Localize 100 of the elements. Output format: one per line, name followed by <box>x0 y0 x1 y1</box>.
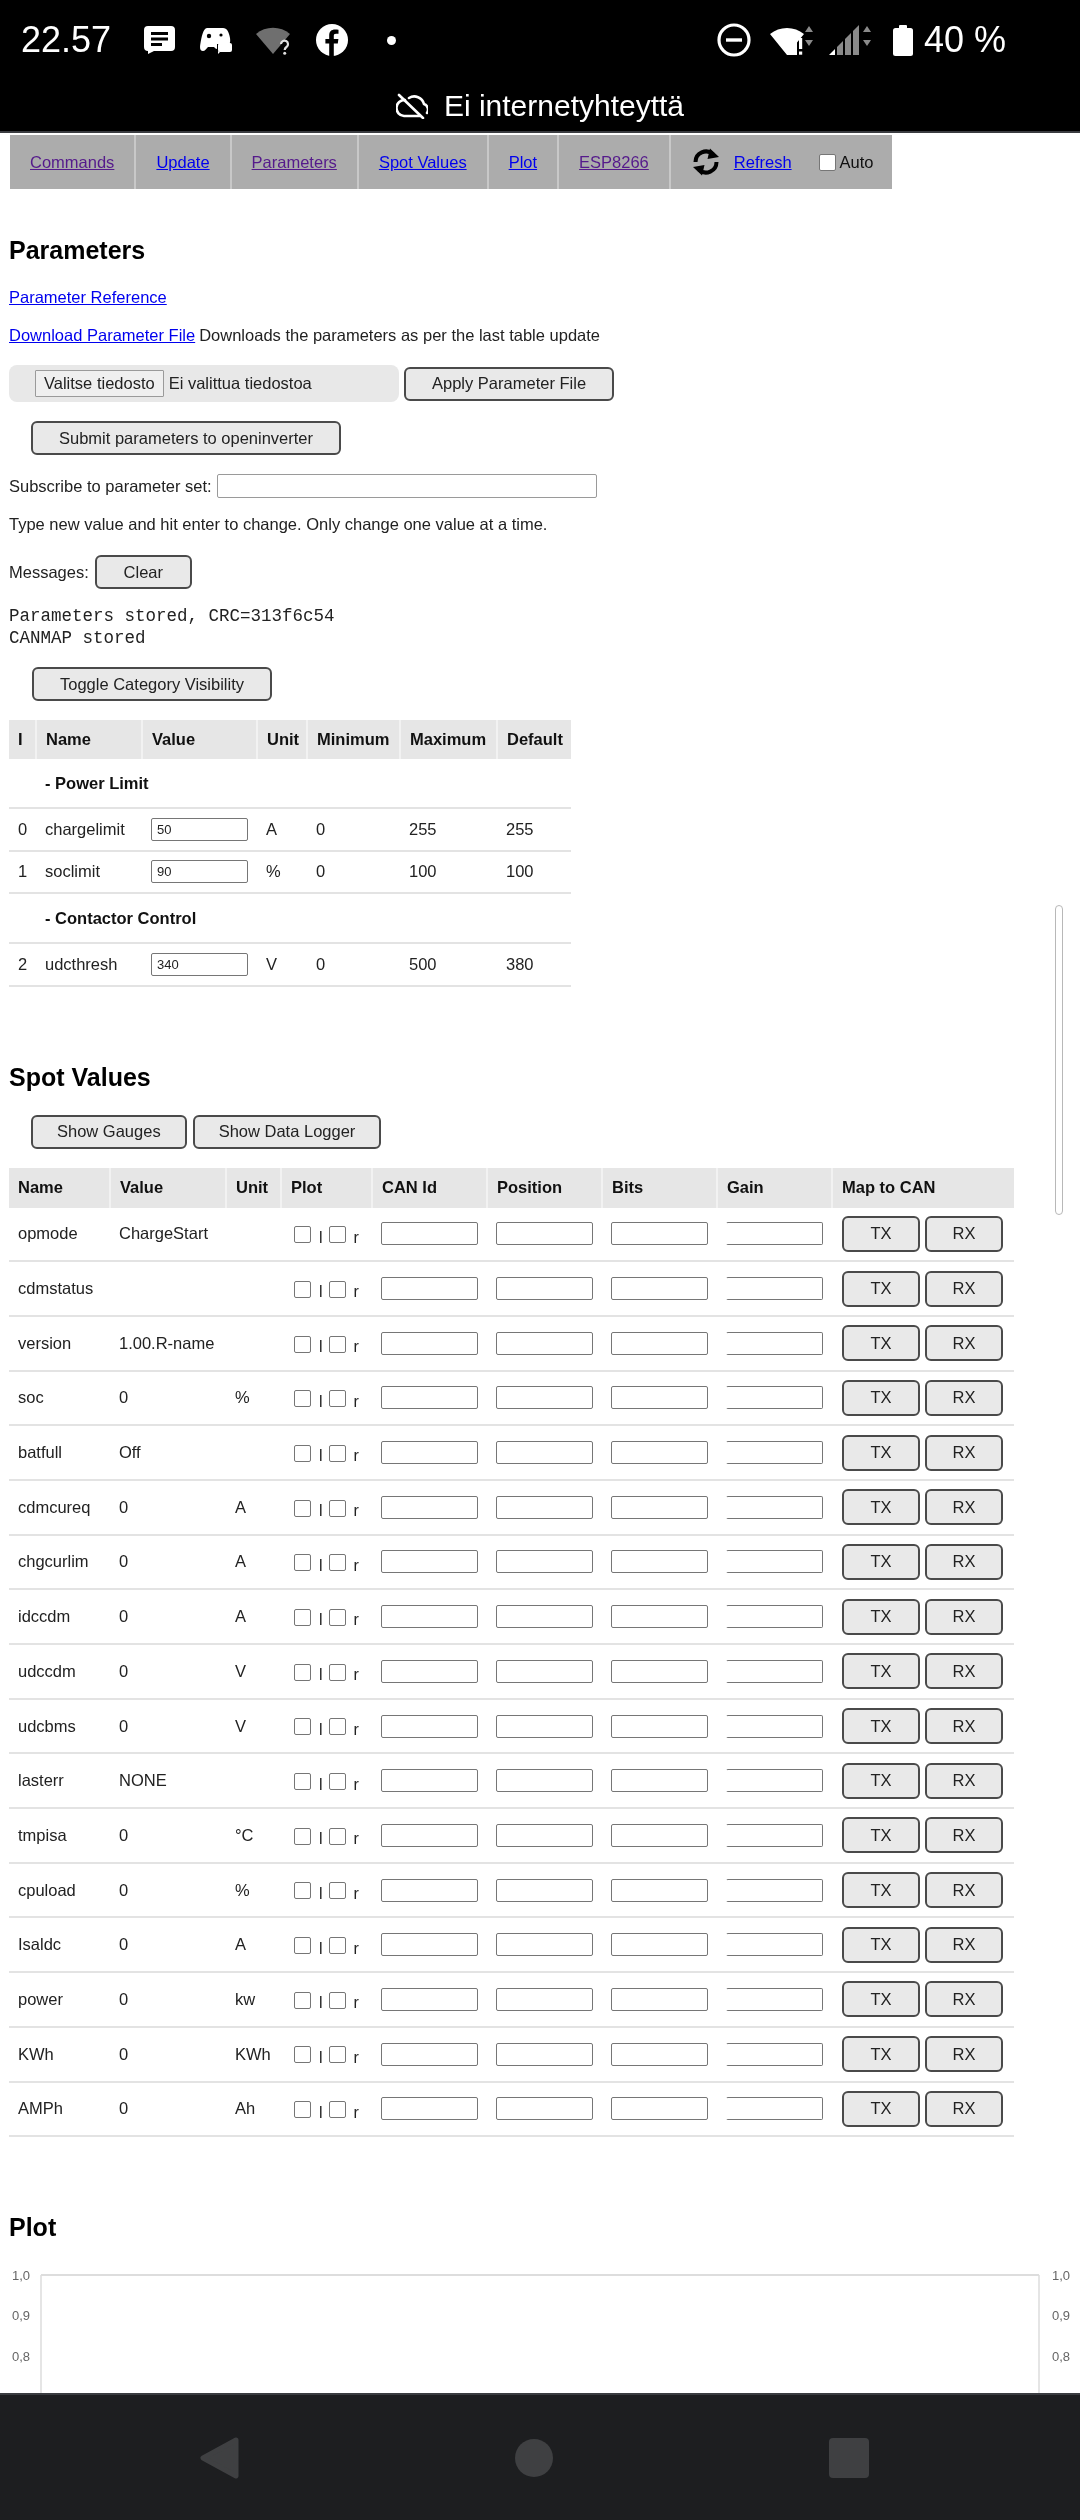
plot-checkbox[interactable] <box>328 2101 346 2119</box>
input-field[interactable] <box>611 1933 708 1957</box>
rx-button[interactable]: RX <box>925 1872 1003 1909</box>
input-field[interactable] <box>611 1878 708 1902</box>
tx-button[interactable]: TX <box>842 1379 920 1416</box>
input-field[interactable] <box>381 1550 478 1574</box>
rx-button[interactable]: RX <box>925 1379 1003 1416</box>
rx-button[interactable]: RX <box>925 1817 1003 1854</box>
input-field[interactable] <box>611 1987 708 2011</box>
plot-checkbox[interactable] <box>294 1608 311 1626</box>
input-field[interactable] <box>611 1386 708 1410</box>
value-field[interactable]: 340 <box>151 952 248 976</box>
input-field[interactable] <box>726 1386 823 1410</box>
nav-link[interactable]: ESP8266 <box>579 152 649 172</box>
download-link[interactable]: Download Parameter File <box>9 326 196 344</box>
rx-button[interactable]: RX <box>925 1762 1003 1799</box>
plot-checkbox[interactable] <box>294 1827 311 1845</box>
input-field[interactable] <box>611 1495 708 1519</box>
plot-checkbox[interactable] <box>328 1663 346 1681</box>
input-field[interactable] <box>726 1605 823 1629</box>
rx-button[interactable]: RX <box>925 1981 1003 2018</box>
tx-button[interactable]: TX <box>842 1708 920 1745</box>
input-field[interactable] <box>496 1933 593 1957</box>
tx-button[interactable]: TX <box>842 2036 920 2073</box>
input-field[interactable] <box>496 2042 593 2066</box>
input-field[interactable] <box>381 1386 478 1410</box>
input-field[interactable] <box>381 1933 478 1957</box>
choose-file-button[interactable]: Valitse tiedosto <box>35 370 164 397</box>
tx-button[interactable]: TX <box>842 1598 920 1635</box>
input-field[interactable] <box>726 1878 823 1902</box>
input-field[interactable] <box>496 1714 593 1738</box>
input-field[interactable] <box>381 1659 478 1683</box>
input-field[interactable] <box>611 1441 708 1465</box>
input-field[interactable] <box>496 1331 593 1355</box>
input-field[interactable] <box>611 1277 708 1301</box>
subscribe-field[interactable] <box>216 474 597 498</box>
input-field[interactable] <box>381 2097 478 2121</box>
file-picker[interactable]: Valitse tiedosto Ei valittua tiedostoa <box>9 365 399 402</box>
input-field[interactable] <box>726 1769 823 1793</box>
rx-button[interactable]: RX <box>925 1489 1003 1526</box>
tx-button[interactable]: TX <box>842 1543 920 1580</box>
input-field[interactable] <box>381 1441 478 1465</box>
plot-checkbox[interactable] <box>294 1554 311 1572</box>
refresh-link[interactable]: Refresh <box>733 152 792 172</box>
input-field[interactable] <box>726 1714 823 1738</box>
plot-checkbox[interactable] <box>328 1773 346 1791</box>
rx-button[interactable]: RX <box>925 1926 1003 1963</box>
input-field[interactable] <box>496 1878 593 1902</box>
input-field[interactable] <box>726 1987 823 2011</box>
rx-button[interactable]: RX <box>925 1434 1003 1471</box>
clear-button[interactable]: Clear <box>94 555 192 589</box>
input-field[interactable] <box>381 1823 478 1847</box>
rx-button[interactable]: RX <box>925 2090 1003 2127</box>
input-field[interactable] <box>611 1605 708 1629</box>
parameter-reference-link[interactable]: Parameter Reference <box>9 288 167 306</box>
input-field[interactable] <box>381 1495 478 1519</box>
tx-button[interactable]: TX <box>842 1489 920 1526</box>
plot-checkbox[interactable] <box>328 1937 346 1955</box>
input-field[interactable] <box>496 1987 593 2011</box>
rx-button[interactable]: RX <box>925 1325 1003 1362</box>
tx-button[interactable]: TX <box>842 1872 920 1909</box>
tx-button[interactable]: TX <box>842 1926 920 1963</box>
plot-checkbox[interactable] <box>328 1991 346 2009</box>
plot-checkbox[interactable] <box>294 1390 311 1408</box>
plot-checkbox[interactable] <box>328 1827 346 1845</box>
value-field[interactable]: 90 <box>151 860 248 884</box>
input-field[interactable] <box>381 1769 478 1793</box>
plot-checkbox[interactable] <box>294 1226 311 1244</box>
plot-checkbox[interactable] <box>328 1554 346 1572</box>
plot-checkbox[interactable] <box>328 1390 346 1408</box>
tx-button[interactable]: TX <box>842 1981 920 2018</box>
tx-button[interactable]: TX <box>842 1325 920 1362</box>
nav-link[interactable]: Plot <box>508 152 538 172</box>
tx-button[interactable]: TX <box>842 1434 920 1471</box>
input-field[interactable] <box>496 1823 593 1847</box>
input-field[interactable] <box>611 1222 708 1246</box>
rx-button[interactable]: RX <box>925 1708 1003 1745</box>
tx-button[interactable]: TX <box>842 1270 920 1307</box>
input-field[interactable] <box>381 1605 478 1629</box>
input-field[interactable] <box>381 1331 478 1355</box>
plot-checkbox[interactable] <box>294 1444 311 1462</box>
tx-button[interactable]: TX <box>842 1215 920 1252</box>
plot-checkbox[interactable] <box>328 1608 346 1626</box>
input-field[interactable] <box>381 1714 478 1738</box>
input-field[interactable] <box>611 1331 708 1355</box>
input-field[interactable] <box>726 1277 823 1301</box>
plot-checkbox[interactable] <box>328 1882 346 1900</box>
value-field[interactable]: 50 <box>151 817 248 841</box>
input-field[interactable] <box>496 1222 593 1246</box>
toggle-visibility-button[interactable]: Toggle Category Visibility <box>32 667 273 701</box>
scrollbar[interactable] <box>1055 905 1063 1215</box>
plot-checkbox[interactable] <box>294 1280 311 1298</box>
input-field[interactable] <box>496 1441 593 1465</box>
input-field[interactable] <box>611 1714 708 1738</box>
show-button[interactable]: Show Gauges <box>31 1114 187 1149</box>
rx-button[interactable]: RX <box>925 1598 1003 1635</box>
input-field[interactable] <box>726 1222 823 1246</box>
plot-checkbox[interactable] <box>294 2046 311 2064</box>
input-field[interactable] <box>496 1386 593 1410</box>
rx-button[interactable]: RX <box>925 1543 1003 1580</box>
